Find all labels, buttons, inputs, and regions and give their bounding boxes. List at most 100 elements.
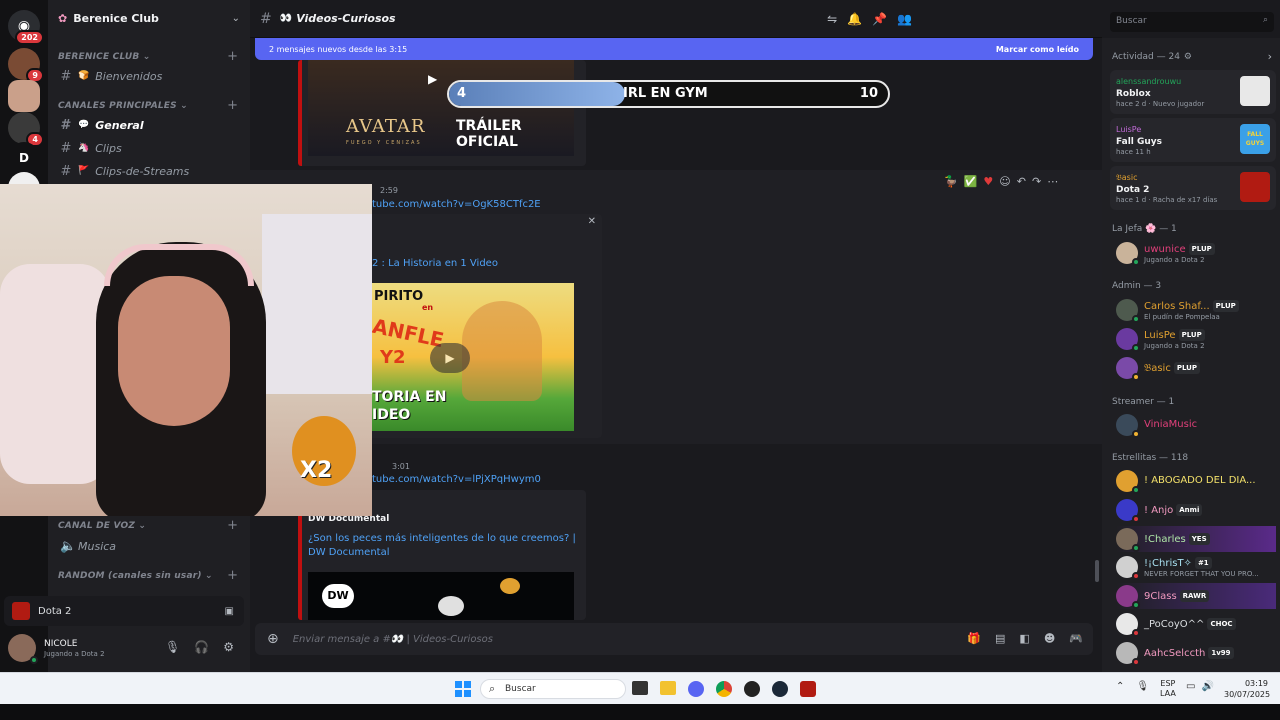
add-channel-icon[interactable]: +	[227, 49, 238, 64]
steam-icon[interactable]	[772, 681, 788, 697]
embed-title[interactable]: ¿Son los peces más inteligentes de lo qu…	[308, 532, 578, 560]
scrollbar-thumb[interactable]	[1095, 560, 1099, 582]
headphones-icon[interactable]: 🎧	[194, 640, 209, 654]
channel-emoji: 🚩	[78, 166, 90, 176]
add-attachment-icon[interactable]: ⊕	[267, 631, 279, 647]
discord-app-icon[interactable]	[688, 681, 704, 697]
channel-label: Clips	[95, 141, 122, 155]
member-row[interactable]: AahcSelccth 1v99	[1116, 640, 1276, 666]
screen-share-icon[interactable]: ▣	[225, 606, 234, 617]
chrome-icon[interactable]	[716, 681, 732, 697]
avatar[interactable]	[8, 634, 38, 664]
language-indicator[interactable]: ESP LAA	[1160, 679, 1176, 699]
message-input[interactable]: ⊕ Enviar mensaje a #👀 | Videos-Curiosos …	[255, 623, 1093, 655]
member-row[interactable]: !Charles YES	[1116, 526, 1276, 552]
member-row[interactable]: ! Anjo Anmi	[1116, 497, 1276, 523]
channel-title: Videos-Curiosos	[296, 12, 396, 25]
close-icon[interactable]: ✕	[588, 216, 596, 227]
video-thumbnail[interactable]: DW	[308, 572, 574, 620]
taskbar-search[interactable]: ⌕ Buscar	[480, 679, 626, 699]
server-icon-3[interactable]: 4	[8, 112, 44, 147]
add-channel-icon[interactable]: +	[227, 568, 238, 583]
members-icon[interactable]: 👥	[897, 12, 912, 26]
member-row[interactable]: uwunice PLUP Jugando a Dota 2	[1116, 240, 1276, 266]
video-thumbnail[interactable]: PIRITO en ANFLE Y2 TORIA EN IDEO ▶	[372, 283, 574, 431]
gift-icon[interactable]: 🎁	[967, 632, 981, 645]
file-explorer-icon[interactable]	[660, 681, 676, 695]
avatar	[1116, 642, 1140, 666]
play-icon[interactable]: ▶	[428, 72, 437, 86]
search-input[interactable]: Buscar ⌕	[1110, 12, 1274, 32]
member-name-text: uwunice	[1144, 243, 1186, 255]
reaction-icon[interactable]: 🦆	[944, 175, 958, 188]
activity-card[interactable]: 𝔅asic Dota 2 hace 1 d · Racha de x17 día…	[1110, 166, 1276, 210]
clock-time: 03:19	[1244, 679, 1268, 688]
dota-app-icon[interactable]	[800, 681, 816, 697]
category-berenice-club[interactable]: BERENICE CLUB ⌄	[58, 52, 151, 62]
more-icon[interactable]: ⋯	[1047, 175, 1058, 188]
network-icon[interactable]: ▭	[1186, 681, 1195, 692]
settings-gear-icon[interactable]: ⚙	[223, 640, 234, 654]
chevron-down-icon[interactable]: ⌄	[232, 13, 240, 24]
check-reaction-icon[interactable]: ✅	[964, 175, 978, 188]
server-icon-4[interactable]: D	[8, 142, 40, 174]
roblox-icon	[1240, 76, 1270, 106]
pin-icon[interactable]: 📌	[872, 12, 887, 26]
add-channel-icon[interactable]: +	[227, 518, 238, 533]
new-messages-banner[interactable]: 2 mensajes nuevos desde las 3:15 Marcar …	[255, 38, 1093, 60]
server-header[interactable]: ✿ Berenice Club	[58, 12, 159, 25]
channel-general[interactable]: # 💬 General	[56, 115, 242, 135]
message-link[interactable]: tube.com/watch?v=lPjXPqHwym0	[372, 474, 541, 485]
activity-panel[interactable]: Dota 2 ▣	[4, 596, 244, 626]
clock[interactable]: 03:19 30/07/2025	[1224, 678, 1270, 700]
chevron-up-icon[interactable]: ⌃	[1116, 681, 1124, 692]
task-view-icon[interactable]	[632, 681, 648, 695]
search-icon: ⌕	[1262, 15, 1268, 25]
embed-title[interactable]: 2 : La Historia en 1 Video	[372, 258, 498, 269]
home-button[interactable]: ◉ 202	[8, 10, 44, 45]
member-row[interactable]: LuisPe PLUP Jugando a Dota 2	[1116, 326, 1276, 352]
activity-card[interactable]: LuisPe Fall Guys hace 11 h FALL GUYS	[1110, 118, 1276, 162]
bell-icon[interactable]: 🔔	[847, 12, 862, 26]
channel-bienvenidos[interactable]: # 🍞 Bienvenidos	[56, 66, 242, 86]
hash-icon: #	[60, 163, 72, 179]
chevron-right-icon[interactable]: ›	[1268, 50, 1272, 63]
microphone-icon[interactable]: 🎙	[165, 640, 180, 654]
sticker-icon[interactable]: ◧	[1019, 632, 1029, 645]
play-icon[interactable]: ▶	[430, 343, 470, 373]
server-icon-2[interactable]	[8, 80, 40, 112]
add-channel-icon[interactable]: +	[227, 98, 238, 113]
message-link[interactable]: tube.com/watch?v=OgK58CTfc2E	[372, 199, 541, 210]
member-row[interactable]: Carlos Shaf... PLUP El pudín de Pompelaa	[1116, 297, 1276, 323]
windows-start-icon[interactable]	[455, 681, 471, 697]
gif-icon[interactable]: ▤	[995, 632, 1005, 645]
category-canales-principales[interactable]: CANALES PRINCIPALES ⌄	[58, 101, 188, 111]
forward-icon[interactable]: ↷	[1032, 175, 1041, 188]
voice-channel-musica[interactable]: 🔈 Musica	[56, 536, 242, 556]
microphone-icon[interactable]: 🎙	[1136, 681, 1149, 692]
apps-icon[interactable]: 🎮	[1069, 632, 1083, 645]
emoji-icon[interactable]: ☻	[1044, 632, 1055, 645]
reply-icon[interactable]: ↶	[1017, 175, 1026, 188]
video-thumbnail[interactable]: AVATAR FUEGO Y CENIZAS TRÁILER OFICIAL ▶	[308, 60, 574, 156]
member-row[interactable]: 𝔅asic PLUP	[1116, 355, 1276, 381]
threads-icon[interactable]: ⇋	[827, 12, 837, 26]
member-row[interactable]: ViniaMusic	[1116, 412, 1276, 438]
member-row[interactable]: 9Class RAWR	[1116, 583, 1276, 609]
member-tag: PLUP	[1188, 242, 1215, 255]
category-random[interactable]: RANDOM (canales sin usar) ⌄	[58, 571, 213, 581]
channel-clips-de-streams[interactable]: # 🚩 Clips-de-Streams	[56, 161, 242, 181]
heart-reaction-icon[interactable]: ♥	[983, 175, 993, 188]
activity-card[interactable]: alenssandrouwu Roblox hace 2 d · Nuevo j…	[1110, 70, 1276, 114]
channel-clips[interactable]: # 🦄 Clips	[56, 138, 242, 158]
gear-icon[interactable]: ⚙	[1184, 52, 1192, 62]
category-canal-de-voz[interactable]: CANAL DE VOZ ⌄	[58, 521, 146, 531]
member-row[interactable]: _PoCoyO^^ CHOC	[1116, 611, 1276, 637]
server-icon-1[interactable]: 9	[8, 48, 44, 83]
mark-read-button[interactable]: Marcar como leído	[996, 45, 1079, 54]
member-row[interactable]: ! ABOGADO DEL DIA...	[1116, 468, 1276, 494]
add-reaction-icon[interactable]: ☺	[999, 175, 1010, 188]
volume-icon[interactable]: 🔊	[1201, 681, 1213, 692]
member-row[interactable]: !¡ChrisT✧ #1 NEVER FORGET THAT YOU PRO...	[1116, 554, 1276, 580]
obs-icon[interactable]	[744, 681, 760, 697]
